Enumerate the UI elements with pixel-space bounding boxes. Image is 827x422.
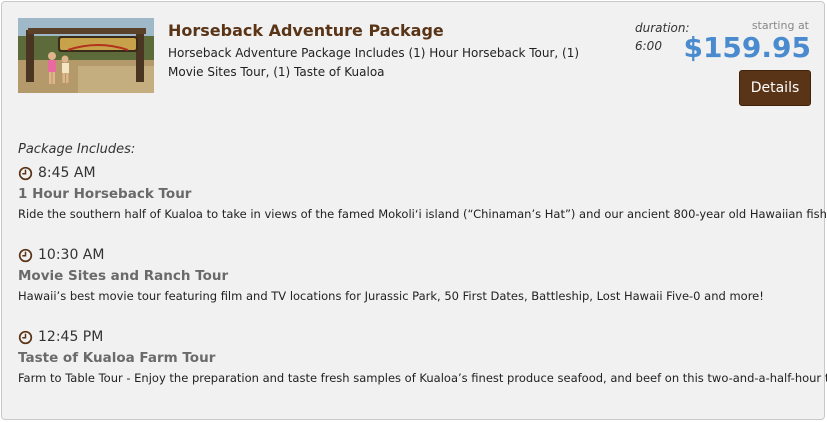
duration-label: duration: xyxy=(635,21,690,35)
package-card: Horseback Adventure Package Horseback Ad… xyxy=(1,1,827,420)
duration-value: 6:00 xyxy=(635,39,662,53)
details-button[interactable]: Details xyxy=(739,70,811,106)
package-includes-heading: Package Includes: xyxy=(18,142,136,157)
time-row: 12:45 PM xyxy=(18,327,818,347)
item-title: 1 Hour Horseback Tour xyxy=(18,186,192,202)
clock-icon xyxy=(18,248,33,262)
item-time: 10:30 AM xyxy=(38,247,105,263)
itinerary-item: 12:45 PM Taste of Kualoa Farm Tour Farm … xyxy=(18,327,827,387)
item-title: Taste of Kualoa Farm Tour xyxy=(18,350,216,366)
package-description: Horseback Adventure Package Includes (1)… xyxy=(168,46,580,79)
itinerary-item: 8:45 AM 1 Hour Horseback Tour Ride the s… xyxy=(18,163,827,223)
price: $159.95 xyxy=(683,31,811,64)
item-title: Movie Sites and Ranch Tour xyxy=(18,268,229,284)
time-row: 10:30 AM xyxy=(18,245,818,265)
item-description: Farm to Table Tour - Enjoy the preparati… xyxy=(18,371,827,385)
item-description: Ride the southern half of Kualoa to take… xyxy=(18,207,827,221)
itinerary-item: 10:30 AM Movie Sites and Ranch Tour Hawa… xyxy=(18,245,818,305)
item-description: Hawaii’s best movie tour featuring film … xyxy=(18,289,764,303)
item-time: 8:45 AM xyxy=(38,165,96,181)
item-time: 12:45 PM xyxy=(38,329,104,345)
package-title[interactable]: Horseback Adventure Package xyxy=(168,21,444,40)
clock-icon xyxy=(18,330,33,344)
clock-icon xyxy=(18,166,33,180)
time-row: 8:45 AM xyxy=(18,163,818,183)
package-image[interactable] xyxy=(18,18,154,93)
